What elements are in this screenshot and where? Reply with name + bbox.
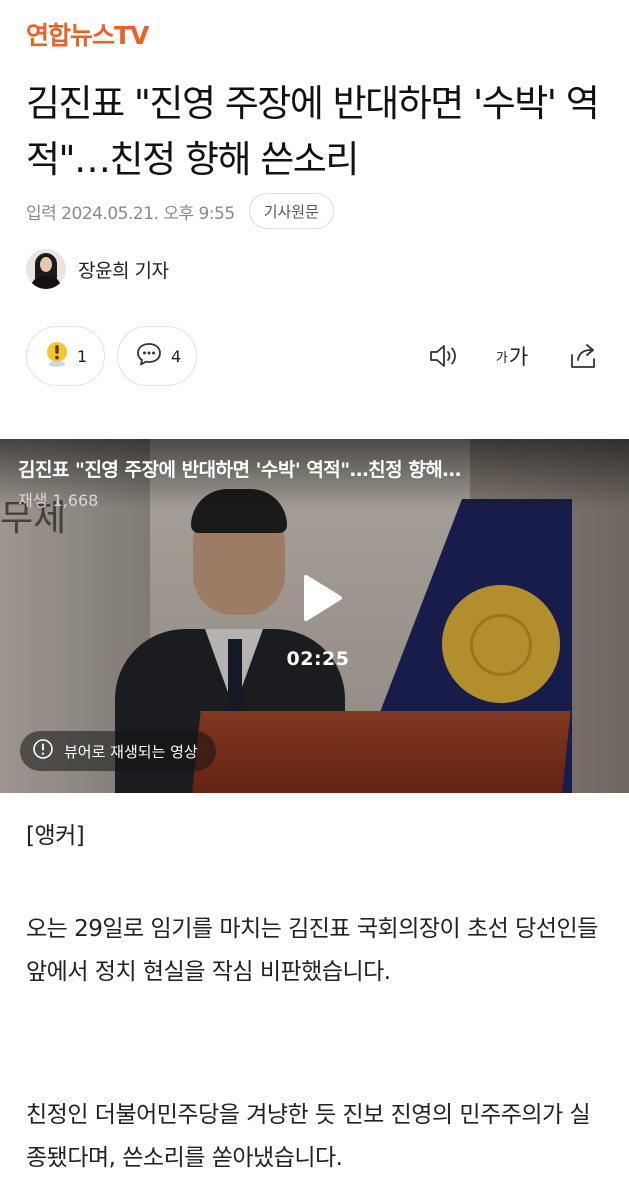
- brand-logo[interactable]: 연합뉴스TV: [26, 16, 149, 52]
- comment-button[interactable]: 4: [117, 326, 197, 386]
- font-size-icon[interactable]: 가가: [490, 338, 534, 374]
- article-meta: 입력 2024.05.21. 오후 9:55 기사원문: [26, 193, 334, 229]
- video-player[interactable]: 무제 김진표 "진영 주장에 반대하면 '수박' 역적"…친정 향해… 재생 1…: [0, 439, 629, 793]
- viewer-notice-badge[interactable]: 뷰어로 재생되는 영상: [20, 731, 216, 771]
- reaction-button[interactable]: 1: [26, 326, 105, 386]
- font-size-big-label: 가: [508, 345, 529, 369]
- reporter-info[interactable]: 장윤희 기자: [26, 249, 169, 289]
- viewer-notice-label: 뷰어로 재생되는 영상: [64, 742, 198, 761]
- avatar: [26, 249, 66, 289]
- font-size-small-label: 가: [495, 350, 508, 366]
- info-circle-icon: [32, 738, 54, 764]
- action-toolbar: 1 4 가가: [26, 326, 606, 386]
- exclamation-reaction-icon: [45, 340, 69, 372]
- comment-count: 4: [171, 346, 182, 366]
- publish-date: 입력 2024.05.21. 오후 9:55: [26, 203, 235, 224]
- reporter-name[interactable]: 장윤희 기자: [78, 256, 169, 283]
- article-headline: 김진표 "진영 주장에 반대하면 '수박' 역적"…친정 향해 쓴소리: [26, 82, 600, 181]
- body-paragraph: 오는 29일로 임기를 마치는 김진표 국회의장이 초선 당선인들 앞에서 정치…: [26, 916, 598, 985]
- video-title: 김진표 "진영 주장에 반대하면 '수박' 역적"…친정 향해…: [18, 459, 461, 481]
- original-article-button[interactable]: 기사원문: [248, 193, 334, 229]
- comment-bubble-icon: [135, 341, 163, 371]
- reaction-count: 1: [77, 346, 88, 366]
- video-view-count: 재생 1,668: [18, 491, 99, 510]
- anchor-tag: [앵커]: [26, 823, 85, 849]
- speaker-icon[interactable]: [426, 338, 462, 374]
- play-icon[interactable]: [288, 567, 350, 629]
- video-duration: 02:25: [286, 648, 350, 670]
- body-paragraph: 친정인 더불어민주당을 겨냥한 듯 진보 진영의 민주주의가 실종됐다며, 쓴소…: [26, 1102, 591, 1171]
- share-icon[interactable]: [566, 338, 602, 374]
